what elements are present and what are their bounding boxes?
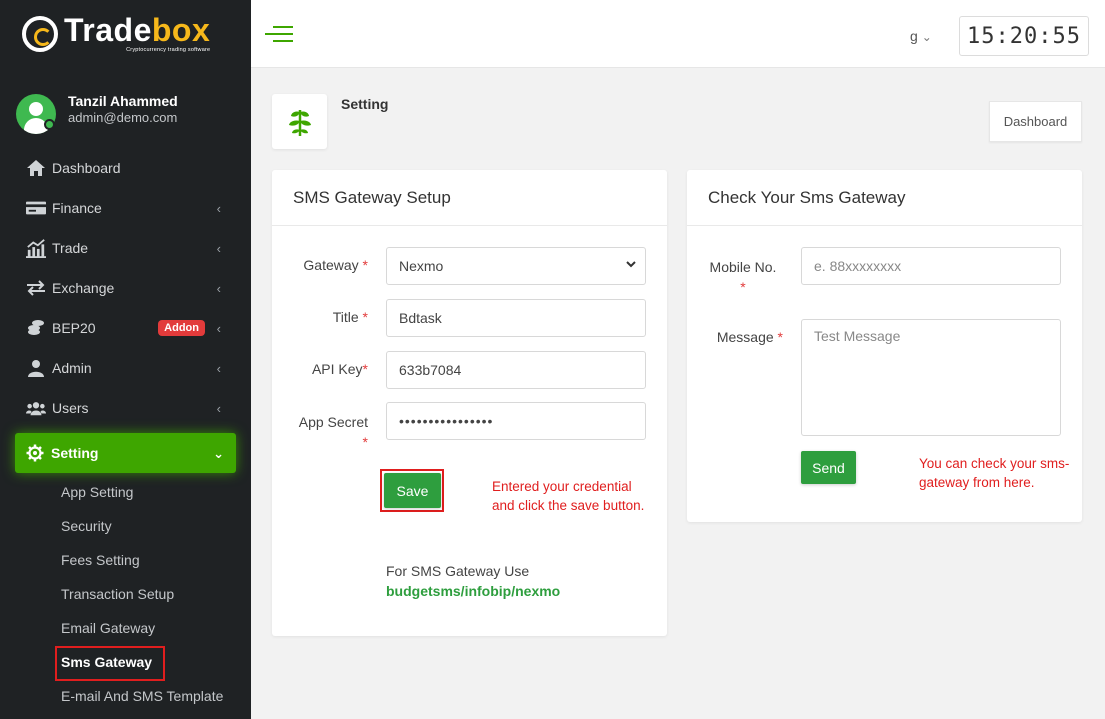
- setting-submenu: App Setting Security Fees Setting Transa…: [0, 475, 251, 713]
- chevron-left-icon: ‹: [216, 361, 221, 376]
- card-title: Check Your Sms Gateway: [687, 170, 1082, 226]
- supported-gateways-link: budgetsms/infobip/nexmo: [386, 583, 561, 599]
- save-annotation: Entered your credential and click the sav…: [492, 479, 645, 513]
- gateway-label: Gateway *: [303, 257, 368, 273]
- user-email: admin@demo.com: [68, 110, 178, 125]
- send-button[interactable]: Send: [801, 451, 856, 484]
- brand-name: Tradebox: [64, 12, 211, 49]
- coins-icon: [26, 319, 46, 337]
- chevron-left-icon: ‹: [216, 201, 221, 216]
- sidebar-item-label: Finance: [52, 200, 102, 216]
- sidebar-item-dashboard[interactable]: Dashboard: [0, 148, 251, 188]
- save-button[interactable]: Save: [384, 473, 441, 508]
- sidebar-item-bep20[interactable]: BEP20 Addon ‹: [0, 308, 251, 348]
- mobile-input[interactable]: e. 88xxxxxxxx: [801, 247, 1061, 285]
- online-status-icon: [44, 119, 55, 130]
- trade-chart-icon: [26, 239, 46, 258]
- submenu-item-transaction-setup[interactable]: Transaction Setup: [0, 577, 251, 611]
- topbar: g ⌄ 15:20:55: [251, 0, 1105, 68]
- api-key-label: API Key*: [311, 361, 368, 377]
- sidebar-item-label: BEP20: [52, 320, 96, 336]
- digital-clock: 15:20:55: [959, 16, 1089, 56]
- app-secret-input[interactable]: ••••••••••••••••: [386, 402, 646, 440]
- sidebar-item-label: Admin: [52, 360, 92, 376]
- title-input[interactable]: Bdtask: [386, 299, 646, 337]
- exchange-arrows-icon: [26, 279, 46, 297]
- check-annotation: You can check your sms-gateway from here…: [919, 456, 1070, 490]
- sidebar-item-finance[interactable]: Finance ‹: [0, 188, 251, 228]
- chevron-left-icon: ‹: [216, 321, 221, 336]
- breadcrumb-dashboard-button[interactable]: Dashboard: [989, 101, 1082, 142]
- admin-user-icon: [26, 359, 46, 377]
- title-label: Title *: [332, 309, 368, 325]
- chevron-left-icon: ‹: [216, 241, 221, 256]
- users-group-icon: [26, 399, 46, 417]
- sidebar-item-trade[interactable]: Trade ‹: [0, 228, 251, 268]
- chevron-down-icon: [625, 258, 637, 273]
- sidebar-nav: Dashboard Finance ‹ Trade ‹ Exchange ‹ B…: [0, 148, 251, 713]
- gateway-select-value: Nexmo: [399, 258, 444, 274]
- page-header: Setting: [272, 94, 388, 149]
- message-textarea[interactable]: Test Message: [801, 319, 1061, 436]
- sidebar-item-label: Dashboard: [52, 160, 121, 176]
- chevron-left-icon: ‹: [216, 401, 221, 416]
- submenu-item-email-gateway[interactable]: Email Gateway: [0, 611, 251, 645]
- mobile-label: Mobile No. *: [709, 259, 777, 295]
- gateway-footnote: For SMS Gateway Use budgetsms/infobip/nex…: [386, 563, 561, 599]
- sidebar: Tradebox Cryptocurrency trading software…: [0, 0, 251, 719]
- chevron-down-icon: ⌄: [921, 30, 932, 44]
- chevron-down-icon: ⌄: [213, 446, 224, 461]
- submenu-item-fees-setting[interactable]: Fees Setting: [0, 543, 251, 577]
- submenu-item-sms-gateway[interactable]: Sms Gateway: [0, 645, 251, 681]
- sidebar-item-admin[interactable]: Admin ‹: [0, 348, 251, 388]
- submenu-item-security[interactable]: Security: [0, 509, 251, 543]
- logo-icon: [22, 16, 58, 52]
- language-selector[interactable]: g ⌄: [910, 28, 932, 44]
- sidebar-item-label: Trade: [52, 240, 89, 256]
- gear-icon: [25, 444, 45, 462]
- menu-toggle-icon[interactable]: [265, 26, 293, 44]
- sidebar-item-users[interactable]: Users ‹: [0, 388, 251, 428]
- brand-tagline: Cryptocurrency trading software: [126, 47, 211, 54]
- user-profile[interactable]: Tanzil Ahammed admin@demo.com: [0, 68, 251, 138]
- app-secret-label: App Secret *: [298, 414, 368, 450]
- brand-logo[interactable]: Tradebox Cryptocurrency trading software: [0, 0, 251, 68]
- addon-badge: Addon: [158, 320, 205, 336]
- sidebar-item-setting[interactable]: Setting ⌄: [15, 433, 236, 473]
- message-label: Message *: [716, 329, 783, 345]
- sidebar-item-label: Users: [52, 400, 89, 416]
- sidebar-item-label: Exchange: [52, 280, 115, 296]
- chevron-left-icon: ‹: [216, 281, 221, 296]
- finance-icon: [26, 199, 46, 217]
- home-icon: [26, 159, 46, 177]
- gateway-select[interactable]: Nexmo: [386, 247, 646, 285]
- leaf-icon: [272, 94, 327, 149]
- sidebar-item-label: Setting: [51, 445, 99, 461]
- api-key-input[interactable]: 633b7084: [386, 351, 646, 389]
- language-code: g: [910, 28, 918, 44]
- sidebar-item-exchange[interactable]: Exchange ‹: [0, 268, 251, 308]
- user-name: Tanzil Ahammed: [68, 93, 178, 109]
- page-title: Setting: [341, 96, 389, 112]
- submenu-item-email-sms-template[interactable]: E-mail And SMS Template: [0, 679, 251, 713]
- submenu-item-app-setting[interactable]: App Setting: [0, 475, 251, 509]
- card-title: SMS Gateway Setup: [272, 170, 667, 226]
